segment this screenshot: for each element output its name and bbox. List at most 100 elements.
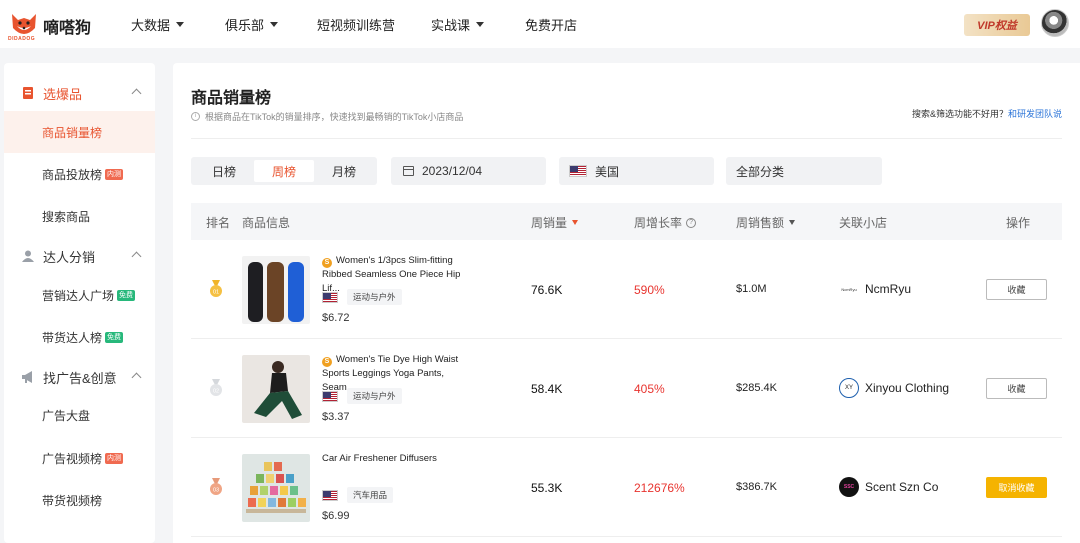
us-flag-icon (322, 291, 338, 303)
free-badge: 免费 (117, 289, 136, 301)
sort-down-icon (572, 220, 579, 225)
person-icon (22, 250, 34, 262)
table-header: 排名 商品信息 周销量 周增长率? 周销售额 关联小店 操作 (191, 203, 1062, 240)
sidebar-item-sales-video-rank[interactable]: 带货视频榜 (4, 479, 155, 521)
shop-name: NcmRyu (865, 282, 912, 296)
shop-name: Scent Szn Co (865, 480, 939, 494)
main-panel: 商品销量榜 i 根据商品在TikTok的销量排序，快速找到最畅销的TikTok小… (173, 63, 1080, 543)
tab-monthly[interactable]: 月榜 (314, 160, 374, 182)
table-row[interactable]: 02 S Women's Tie Dye High Waist Sports Le… (191, 339, 1062, 438)
shop-name: Xinyou Clothing (865, 381, 950, 395)
sidebar-item-influencer-rank[interactable]: 带货达人榜 免费 (4, 316, 155, 358)
page-title: 商品销量榜 (191, 90, 272, 107)
product-meta: 运动与户外 (322, 388, 402, 404)
coin-icon: S (322, 357, 332, 367)
weekly-revenue: $386.7K (736, 481, 777, 493)
page-subtitle: i 根据商品在TikTok的销量排序，快速找到最畅销的TikTok小店商品 (191, 110, 463, 123)
product-image[interactable] (242, 454, 310, 522)
sidebar-group-products[interactable]: 选爆品 (4, 73, 155, 113)
sidebar-item-ad-video-rank[interactable]: 广告视频榜 内测 (4, 437, 155, 479)
brand-name[interactable]: 嘀嗒狗 (43, 14, 91, 38)
header-growth[interactable]: 周增长率? (634, 214, 697, 231)
sidebar-item-label: 带货视频榜 (42, 493, 103, 508)
header-sales[interactable]: 周销量 (531, 214, 579, 231)
product-name[interactable]: Car Air Freshener Diffusers (322, 452, 477, 466)
date-value: 2023/12/04 (422, 164, 483, 178)
nav-label: 实战课 (431, 17, 471, 33)
rank-text: 01 (213, 290, 219, 296)
nav-label: 短视频训练营 (317, 17, 396, 33)
sidebar-group-ads[interactable]: 找广告&创意 (4, 357, 155, 397)
sidebar-item-label: 广告大盘 (42, 408, 91, 423)
header-action: 操作 (1006, 216, 1031, 230)
nav-big-data[interactable]: 大数据 (131, 0, 185, 48)
category-tag: 运动与户外 (347, 388, 402, 404)
collect-button[interactable]: 收藏 (986, 279, 1047, 300)
brand-sub: DIDADOG (8, 36, 36, 42)
header-growth-label: 周增长率 (634, 216, 683, 230)
rank-text: 02 (213, 389, 219, 395)
sidebar-item-influencer-plaza[interactable]: 营销达人广场 免费 (4, 274, 155, 316)
sidebar-item-label: 搜索商品 (42, 209, 91, 224)
nav-open-shop[interactable]: 免费开店 (525, 0, 577, 48)
product-meta: 运动与户外 (322, 289, 402, 305)
shop-link[interactable]: NcmRyu NcmRyu (839, 279, 911, 299)
weekly-growth: 212676% (634, 481, 685, 495)
shop-link[interactable]: XY Xinyou Clothing (839, 378, 949, 398)
category-value: 全部分类 (736, 164, 785, 179)
coin-icon: S (322, 258, 332, 268)
collect-button[interactable]: 收藏 (986, 378, 1047, 399)
weekly-sales: 55.3K (531, 481, 563, 495)
nav-course[interactable]: 实战课 (431, 0, 485, 48)
sidebar-item-search-products[interactable]: 搜索商品 (4, 195, 155, 237)
country-select[interactable]: 美国 (559, 157, 714, 185)
sidebar-item-label: 商品投放榜 (42, 167, 103, 182)
chevron-up-icon (131, 251, 142, 262)
sidebar-item-product-sales[interactable]: 商品销量榜 (4, 111, 155, 153)
caret-down-icon (476, 21, 485, 27)
nav-label: 大数据 (131, 17, 171, 33)
sidebar-group-influencers[interactable]: 达人分销 (4, 236, 155, 276)
product-image[interactable] (242, 355, 310, 423)
tab-weekly[interactable]: 周榜 (254, 160, 314, 182)
header-shop: 关联小店 (839, 216, 888, 230)
shop-logo: NcmRyu (841, 286, 857, 292)
sidebar: 选爆品 商品销量榜 商品投放榜 内测 搜索商品 达人分销 营销达人广场 免费 带… (4, 63, 155, 543)
sidebar-item-product-ads[interactable]: 商品投放榜 内测 (4, 153, 155, 195)
shop-logo: XY (839, 378, 859, 398)
chevron-up-icon (131, 372, 142, 383)
megaphone-icon (22, 371, 32, 383)
date-picker[interactable]: 2023/12/04 (391, 157, 546, 185)
caret-down-icon (270, 21, 279, 27)
weekly-revenue: $285.4K (736, 382, 777, 394)
shop-link[interactable]: SSC Scent Szn Co (839, 477, 938, 497)
sidebar-item-ad-overview[interactable]: 广告大盘 (4, 394, 155, 436)
subtitle-text: 根据商品在TikTok的销量排序，快速找到最畅销的TikTok小店商品 (205, 112, 464, 122)
help-icon[interactable]: ? (686, 217, 697, 228)
vip-button[interactable]: VIP权益 (964, 14, 1030, 36)
nav-video-camp[interactable]: 短视频训练营 (317, 0, 395, 48)
header-sales-label: 周销量 (531, 216, 568, 230)
category-select[interactable]: 全部分类 (726, 157, 882, 185)
table-row[interactable]: 03 Car Air Freshener Diffusers 汽车用品 $6.9… (191, 438, 1062, 537)
uncollect-button[interactable]: 取消收藏 (986, 477, 1047, 498)
sidebar-item-label: 带货达人榜 (42, 330, 103, 345)
avatar[interactable] (1041, 9, 1069, 37)
tab-daily[interactable]: 日榜 (194, 160, 254, 182)
us-flag-icon (322, 390, 338, 402)
feedback-link[interactable]: 和研发团队说 (1008, 109, 1062, 119)
category-tag: 汽车用品 (347, 487, 394, 503)
product-image[interactable] (242, 256, 310, 324)
nav-club[interactable]: 俱乐部 (225, 0, 279, 48)
info-icon: i (191, 112, 200, 121)
rank-text: 03 (213, 488, 219, 494)
table-row[interactable]: 01 S Women's 1/3pcs Slim-fitting Ribbed S… (191, 240, 1062, 339)
header-revenue[interactable]: 周销售额 (736, 214, 796, 231)
weekly-growth: 405% (634, 382, 665, 396)
divider (191, 138, 1062, 139)
bronze-medal-icon: 03 (210, 478, 222, 495)
silver-medal-icon: 02 (210, 379, 222, 396)
header-rank: 排名 (206, 216, 231, 230)
category-tag: 运动与户外 (347, 289, 402, 305)
sort-down-icon (789, 220, 796, 225)
